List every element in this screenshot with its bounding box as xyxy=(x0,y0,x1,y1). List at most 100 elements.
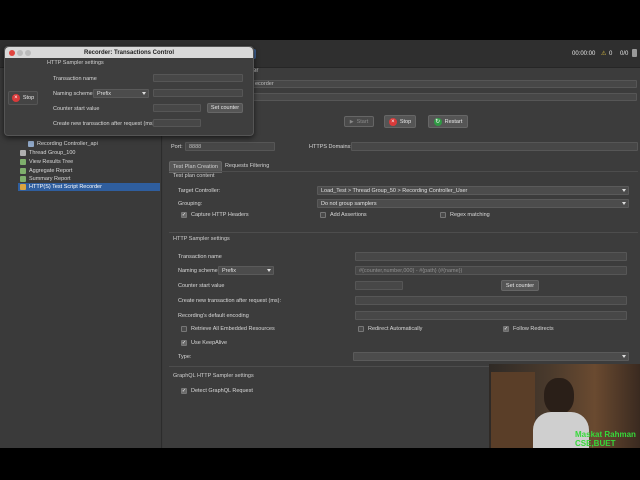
naming-scheme-label: Naming scheme xyxy=(178,268,218,274)
test-plan-content-heading: Test plan content xyxy=(173,173,215,179)
dialog-transaction-name-input[interactable] xyxy=(153,74,243,82)
tree-item[interactable]: View Results Tree xyxy=(20,158,73,166)
stop-label: Stop xyxy=(399,118,412,125)
comments-field[interactable] xyxy=(251,93,637,101)
grouping-select[interactable]: Do not group samplers xyxy=(317,199,629,208)
capture-headers-checkbox[interactable]: Capture HTTP Headers xyxy=(181,212,249,218)
play-icon: ▶ xyxy=(349,118,354,125)
follow-redirects-label: Follow Redirects xyxy=(513,326,554,332)
stop-button[interactable]: × Stop xyxy=(384,115,416,128)
dialog-counter-start-input[interactable] xyxy=(153,104,201,112)
checkbox-checked-icon xyxy=(503,326,509,332)
add-assertions-checkbox[interactable]: Add Assertions xyxy=(320,212,367,218)
create-transaction-input[interactable] xyxy=(355,296,627,305)
chevron-down-icon xyxy=(622,355,626,358)
naming-pattern-value: #{counter,number,000} - #{path} (#{name}… xyxy=(359,267,463,274)
detect-graphql-label: Detect GraphQL Request xyxy=(191,388,253,394)
dialog-stop-label: Stop xyxy=(22,95,35,101)
detect-graphql-checkbox[interactable]: Detect GraphQL Request xyxy=(181,388,253,394)
test-plan-tree: Recording Controller_api Thread Group_10… xyxy=(0,128,162,448)
dialog-naming-scheme-select[interactable]: Prefix xyxy=(93,89,149,98)
dialog-stop-button[interactable]: × Stop xyxy=(8,91,38,105)
presenter-affiliation: CSE,BUET xyxy=(575,439,616,448)
tree-item[interactable]: Aggregate Report xyxy=(20,167,72,175)
add-assertions-label: Add Assertions xyxy=(330,212,367,218)
section-divider xyxy=(169,232,638,233)
tree-item-label: Thread Group_100 xyxy=(29,150,76,156)
target-controller-value: Load_Test > Thread Group_50 > Recording … xyxy=(321,187,468,194)
naming-pattern-input[interactable]: #{counter,number,000} - #{path} (#{name}… xyxy=(355,266,627,275)
dialog-naming-pattern-input[interactable] xyxy=(153,89,243,97)
naming-scheme-value: Prefix xyxy=(222,267,237,274)
tree-item-label: View Results Tree xyxy=(29,159,74,165)
port-input[interactable]: 8888 xyxy=(185,142,275,151)
checkbox-checked-icon xyxy=(181,212,187,218)
start-button[interactable]: ▶ Start xyxy=(344,116,374,127)
checkbox-checked-icon xyxy=(181,388,187,394)
set-counter-button[interactable]: Set counter xyxy=(501,280,539,291)
tree-item-selected[interactable]: HTTP(S) Test Script Recorder xyxy=(18,183,160,191)
tree-item-label: HTTP(S) Test Script Recorder xyxy=(29,184,102,190)
create-transaction-label: Create new transaction after request (ms… xyxy=(178,298,282,304)
close-icon[interactable] xyxy=(9,49,15,56)
controller-icon xyxy=(28,141,34,147)
target-controller-label: Target Controller: xyxy=(178,188,221,194)
warning-icon[interactable]: ⚠ xyxy=(601,50,606,57)
redirect-automatically-checkbox[interactable]: Redirect Automatically xyxy=(358,326,422,332)
checkbox-checked-icon xyxy=(181,340,187,346)
listener-icon xyxy=(20,159,26,165)
thread-ratio: 0/0 xyxy=(620,51,629,57)
dialog-create-transaction-input[interactable] xyxy=(153,119,201,127)
encoding-label: Recording's default encoding xyxy=(178,313,249,319)
port-value: 8888 xyxy=(189,143,202,150)
tree-item-label: Recording Controller_api xyxy=(37,141,98,147)
tree-item[interactable]: Recording Controller_api xyxy=(28,140,98,148)
tree-item-label: Aggregate Report xyxy=(29,168,73,174)
checkbox-unchecked-icon xyxy=(358,326,364,332)
type-select[interactable] xyxy=(353,352,629,361)
https-domains-label: HTTPS Domains: xyxy=(309,144,352,150)
tab-divider xyxy=(169,171,638,172)
dialog-create-transaction-label: Create new transaction after request (ms… xyxy=(53,121,157,127)
tree-item-label: Summary Report xyxy=(29,176,71,182)
maximize-icon[interactable] xyxy=(25,49,31,56)
target-controller-select[interactable]: Load_Test > Thread Group_50 > Recording … xyxy=(317,186,629,195)
graphql-settings-heading: GraphQL HTTP Sampler settings xyxy=(173,373,254,379)
recorder-icon xyxy=(20,184,26,190)
minimize-icon[interactable] xyxy=(17,49,23,56)
encoding-input[interactable] xyxy=(355,311,627,320)
dialog-title-bar: Recorder: Transactions Control xyxy=(5,47,253,58)
follow-redirects-checkbox[interactable]: Follow Redirects xyxy=(503,326,554,332)
regex-matching-label: Regex matching xyxy=(450,212,490,218)
grouping-label: Grouping: xyxy=(178,201,203,207)
transaction-name-label: Transaction name xyxy=(178,254,222,260)
chevron-down-icon xyxy=(622,202,626,205)
name-field[interactable]: ecorder xyxy=(251,80,637,88)
grouping-value: Do not group samplers xyxy=(321,200,377,207)
tree-item[interactable]: Thread Group_100 xyxy=(20,149,75,157)
dialog-set-counter-button[interactable]: Set counter xyxy=(207,103,243,113)
person-head xyxy=(544,378,574,414)
use-keepalive-checkbox[interactable]: Use KeepAlive xyxy=(181,340,227,346)
retrieve-embedded-checkbox[interactable]: Retrieve All Embedded Resources xyxy=(181,326,275,332)
presenter-name: Maskat Rahman xyxy=(575,430,636,439)
use-keepalive-label: Use KeepAlive xyxy=(191,340,228,346)
status-indicator-icon xyxy=(632,49,637,57)
restart-icon: ↻ xyxy=(433,117,442,126)
restart-button[interactable]: ↻ Restart xyxy=(428,115,468,128)
counter-start-input[interactable] xyxy=(355,281,403,290)
webcam-overlay: Maskat Rahman CSE,BUET xyxy=(489,364,640,448)
checkbox-unchecked-icon xyxy=(181,326,187,332)
listener-icon xyxy=(20,176,26,182)
capture-headers-label: Capture HTTP Headers xyxy=(191,212,249,218)
naming-scheme-select[interactable]: Prefix xyxy=(218,266,274,275)
checkbox-unchecked-icon xyxy=(320,212,326,218)
https-domains-input[interactable] xyxy=(351,142,638,151)
set-counter-label: Set counter xyxy=(505,282,535,289)
transaction-name-input[interactable] xyxy=(355,252,627,261)
elapsed-timer: 00:00:00 xyxy=(572,51,596,57)
chevron-down-icon xyxy=(142,92,146,95)
retrieve-embedded-label: Retrieve All Embedded Resources xyxy=(191,326,275,332)
regex-matching-checkbox[interactable]: Regex matching xyxy=(440,212,490,218)
tree-item[interactable]: Summary Report xyxy=(20,175,71,183)
